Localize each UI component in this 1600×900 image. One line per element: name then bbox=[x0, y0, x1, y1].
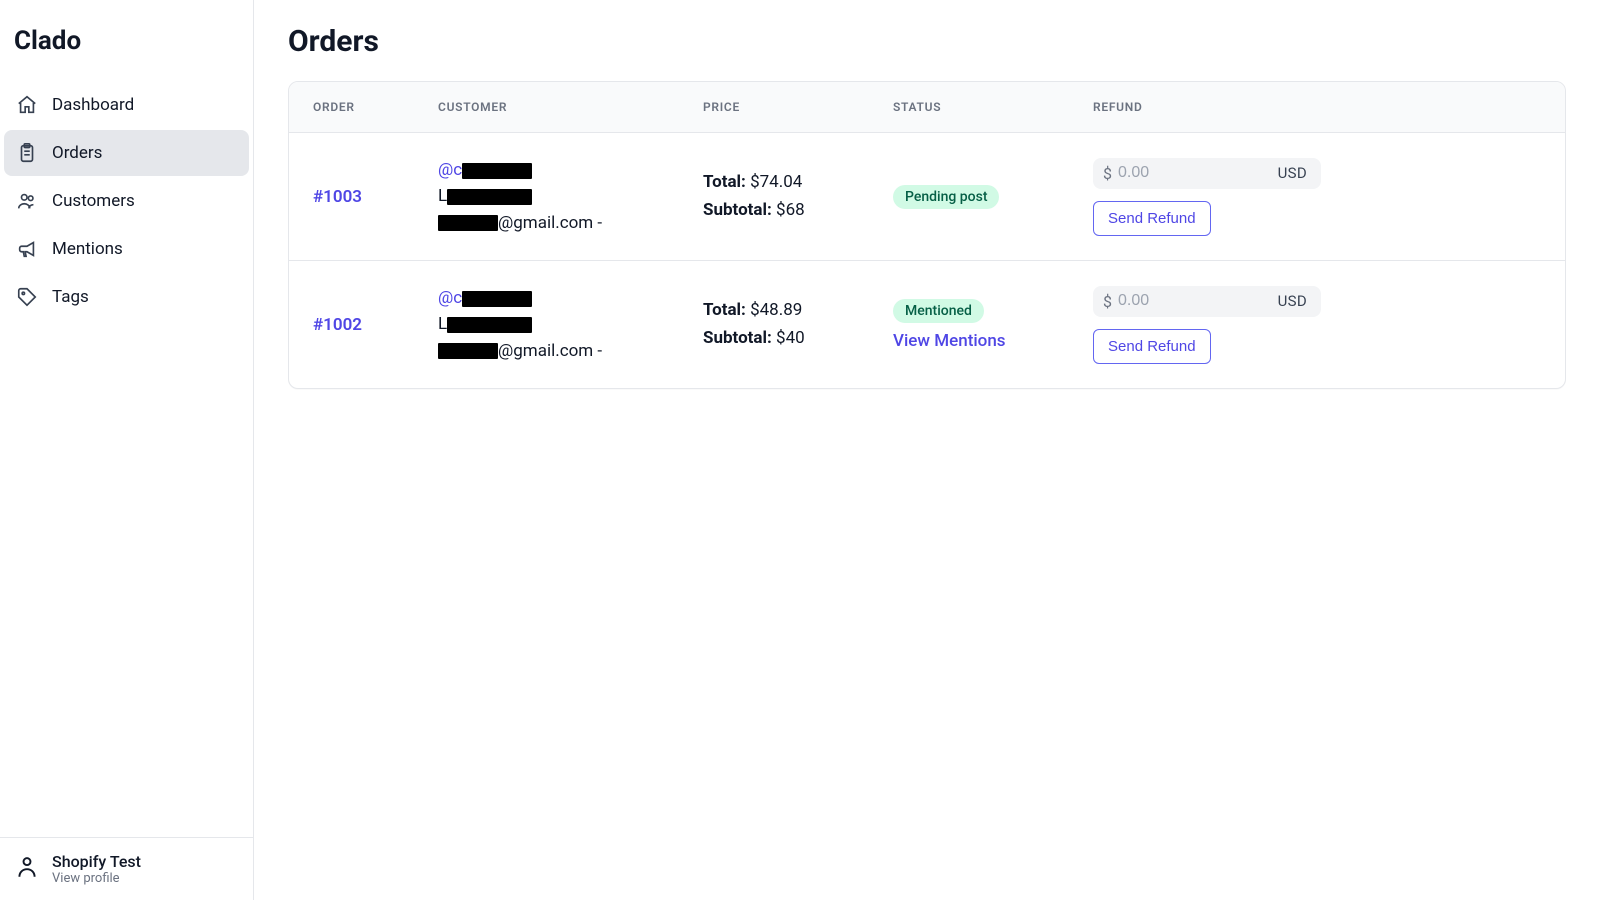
total-value: $74.04 bbox=[750, 172, 802, 192]
customer-handle[interactable]: @c bbox=[438, 288, 462, 308]
profile-name: Shopify Test bbox=[52, 852, 141, 871]
price-cell: Total: $74.04 Subtotal: $68 bbox=[703, 169, 893, 223]
sidebar-item-label: Orders bbox=[52, 143, 102, 163]
order-id-link[interactable]: #1003 bbox=[313, 187, 362, 207]
table-row: #1002 @c L @gmail.com - Total: $48.89 Su… bbox=[289, 261, 1565, 388]
table-head: ORDER CUSTOMER PRICE STATUS REFUND bbox=[289, 82, 1565, 133]
orders-table: ORDER CUSTOMER PRICE STATUS REFUND #1003… bbox=[288, 81, 1566, 389]
redacted-text bbox=[438, 343, 498, 359]
sidebar-item-label: Dashboard bbox=[52, 95, 134, 115]
refund-currency: USD bbox=[1278, 292, 1307, 310]
sidebar-item-label: Tags bbox=[52, 287, 89, 307]
price-cell: Total: $48.89 Subtotal: $40 bbox=[703, 297, 893, 351]
sidebar-item-customers[interactable]: Customers bbox=[4, 178, 249, 224]
refund-cell: $ USD Send Refund bbox=[1093, 158, 1433, 236]
sidebar-item-label: Customers bbox=[52, 191, 135, 211]
sidebar-item-dashboard[interactable]: Dashboard bbox=[4, 82, 249, 128]
page-title: Orders bbox=[288, 24, 1566, 59]
redacted-text bbox=[447, 317, 532, 333]
subtotal-value: $40 bbox=[776, 328, 805, 348]
subtotal-value: $68 bbox=[776, 200, 805, 220]
refund-input-wrap[interactable]: $ USD bbox=[1093, 286, 1321, 317]
home-icon bbox=[16, 94, 38, 116]
customer-cell: @c L @gmail.com - bbox=[438, 157, 703, 236]
main-content: Orders ORDER CUSTOMER PRICE STATUS REFUN… bbox=[254, 0, 1600, 900]
refund-cell: $ USD Send Refund bbox=[1093, 286, 1433, 364]
sidebar-item-label: Mentions bbox=[52, 239, 123, 259]
customer-handle[interactable]: @c bbox=[438, 160, 462, 180]
subtotal-label: Subtotal: bbox=[703, 328, 772, 348]
brand-title: Clado bbox=[0, 22, 253, 76]
refund-amount-input[interactable] bbox=[1118, 164, 1272, 182]
dollar-icon: $ bbox=[1103, 292, 1112, 311]
th-status: STATUS bbox=[893, 100, 1093, 114]
refund-amount-input[interactable] bbox=[1118, 292, 1272, 310]
megaphone-icon bbox=[16, 238, 38, 260]
customer-email-suffix: @gmail.com - bbox=[498, 341, 602, 361]
customer-email-suffix: @gmail.com - bbox=[498, 213, 602, 233]
table-row: #1003 @c L @gmail.com - Total: $74.04 Su… bbox=[289, 133, 1565, 261]
order-id-link[interactable]: #1002 bbox=[313, 315, 362, 335]
redacted-text bbox=[462, 291, 532, 307]
sidebar-item-tags[interactable]: Tags bbox=[4, 274, 249, 320]
customer-cell: @c L @gmail.com - bbox=[438, 285, 703, 364]
status-cell: Mentioned View Mentions bbox=[893, 299, 1093, 351]
customer-name: L bbox=[438, 186, 447, 206]
total-label: Total: bbox=[703, 300, 746, 320]
redacted-text bbox=[438, 215, 498, 231]
view-profile-link[interactable]: View profile bbox=[52, 871, 141, 886]
subtotal-label: Subtotal: bbox=[703, 200, 772, 220]
user-icon bbox=[14, 854, 40, 884]
th-refund: REFUND bbox=[1093, 100, 1433, 114]
status-cell: Pending post bbox=[893, 185, 1093, 209]
refund-currency: USD bbox=[1278, 164, 1307, 182]
th-customer: CUSTOMER bbox=[438, 100, 703, 114]
clipboard-icon bbox=[16, 142, 38, 164]
sidebar-footer[interactable]: Shopify Test View profile bbox=[0, 837, 253, 900]
refund-input-wrap[interactable]: $ USD bbox=[1093, 158, 1321, 189]
sidebar-item-orders[interactable]: Orders bbox=[4, 130, 249, 176]
send-refund-button[interactable]: Send Refund bbox=[1093, 329, 1211, 364]
th-order: ORDER bbox=[313, 100, 438, 114]
sidebar-item-mentions[interactable]: Mentions bbox=[4, 226, 249, 272]
sidebar: Clado Dashboard Orders Customers Mention… bbox=[0, 0, 254, 900]
sidebar-nav: Dashboard Orders Customers Mentions Tags bbox=[0, 76, 253, 326]
users-icon bbox=[16, 190, 38, 212]
view-mentions-link[interactable]: View Mentions bbox=[893, 331, 1006, 351]
th-price: PRICE bbox=[703, 100, 893, 114]
total-label: Total: bbox=[703, 172, 746, 192]
total-value: $48.89 bbox=[750, 300, 802, 320]
send-refund-button[interactable]: Send Refund bbox=[1093, 201, 1211, 236]
tag-icon bbox=[16, 286, 38, 308]
redacted-text bbox=[462, 163, 532, 179]
dollar-icon: $ bbox=[1103, 164, 1112, 183]
redacted-text bbox=[447, 189, 532, 205]
customer-name: L bbox=[438, 314, 447, 334]
status-badge: Pending post bbox=[893, 185, 999, 209]
status-badge: Mentioned bbox=[893, 299, 984, 323]
